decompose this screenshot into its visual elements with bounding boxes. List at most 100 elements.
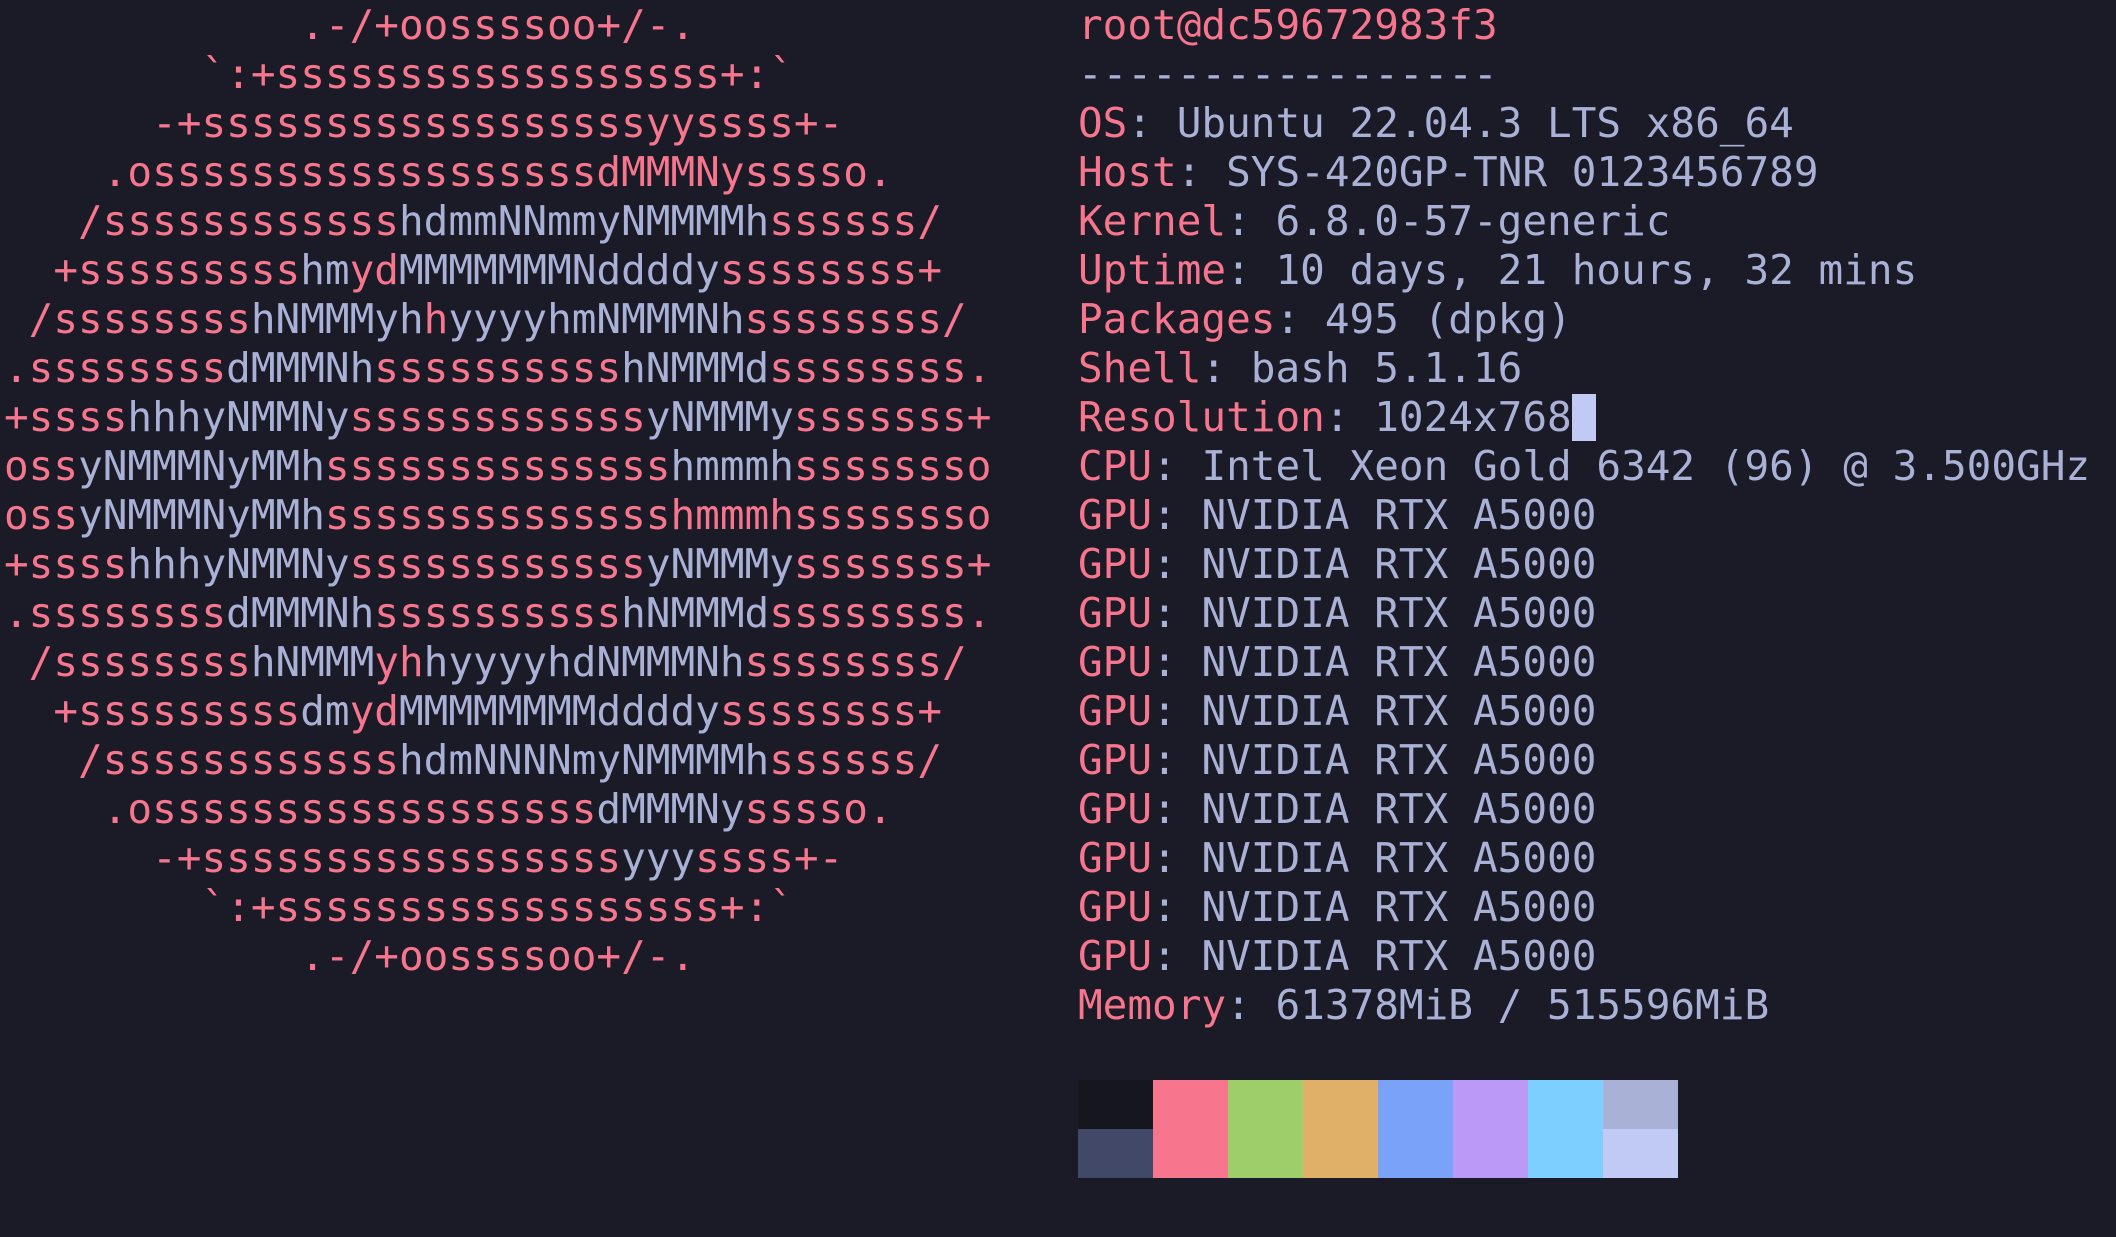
logo-segment: yd	[349, 246, 399, 294]
info-row-gpu: GPU: NVIDIA RTX A5000	[1078, 540, 2090, 589]
info-row-gpu: GPU: NVIDIA RTX A5000	[1078, 834, 2090, 883]
logo-segment: yyyyhmNMMMNh	[448, 295, 745, 343]
logo-segment: `:+ssssssssssssssssss+:`	[4, 883, 992, 931]
info-key: GPU	[1078, 491, 1153, 539]
logo-segment: yNMMMNyMMh	[78, 491, 325, 539]
info-key: GPU	[1078, 736, 1153, 784]
logo-segment: .-/+oossssoo+/-.	[4, 932, 992, 980]
logo-line: .ossssssssssssssssssdMMMNysssso.	[4, 148, 1016, 197]
info-key: GPU	[1078, 638, 1153, 686]
palette-swatch-bottom-0	[1078, 1129, 1153, 1178]
logo-segment: +ssss	[4, 540, 128, 588]
info-value: 1024x768	[1374, 393, 1572, 441]
logo-segment: sssssssssssssshmmmhssssssso	[324, 491, 992, 539]
logo-segment: hNMMMd	[621, 589, 770, 637]
info-key: GPU	[1078, 834, 1153, 882]
info-row-cpu: CPU: Intel Xeon Gold 6342 (96) @ 3.500GH…	[1078, 442, 2090, 491]
logo-segment: hNMMM	[250, 638, 375, 686]
logo-segment: +ssss	[4, 393, 128, 441]
info-separator: :	[1152, 687, 1202, 735]
logo-segment: ssssssssssssss	[324, 442, 671, 490]
info-key: Packages	[1078, 295, 1276, 343]
color-palette	[1078, 1080, 1678, 1178]
logo-line: ossyNMMMNyMMhsssssssssssssshmmmhssssssso	[4, 442, 1016, 491]
title-underline: -----------------	[1078, 50, 1498, 98]
info-value: NVIDIA RTX A5000	[1201, 834, 1597, 882]
info-value: NVIDIA RTX A5000	[1201, 932, 1597, 980]
info-value: 6.8.0-57-generic	[1275, 197, 1671, 245]
info-separator: :	[1152, 883, 1202, 931]
palette-swatch-bottom-6	[1528, 1129, 1603, 1178]
palette-swatch-bottom-1	[1153, 1129, 1228, 1178]
logo-segment: ssssssssss	[374, 589, 622, 637]
info-key: GPU	[1078, 589, 1153, 637]
info-separator: :	[1201, 344, 1251, 392]
logo-segment: yh	[374, 638, 424, 686]
info-separator: :	[1152, 932, 1202, 980]
info-value: NVIDIA RTX A5000	[1201, 491, 1597, 539]
info-key: Shell	[1078, 344, 1202, 392]
logo-segment: `:+ssssssssssssssssss+:`	[4, 50, 992, 98]
logo-segment: hdmmNNmmyNMMMMh	[398, 197, 770, 245]
logo-segment: dm	[300, 687, 350, 735]
info-separator: :	[1152, 540, 1202, 588]
palette-swatch-top-2	[1228, 1080, 1303, 1129]
palette-swatch-bottom-3	[1303, 1129, 1378, 1178]
logo-segment: hNMMMd	[621, 344, 770, 392]
info-value: NVIDIA RTX A5000	[1201, 589, 1597, 637]
logo-segment: .ssssssss	[4, 344, 227, 392]
info-separator: :	[1226, 981, 1276, 1029]
info-separator: :	[1152, 834, 1202, 882]
ubuntu-ascii-logo: .-/+oossssoo+/-. `:+ssssssssssssssssss+:…	[4, 1, 1016, 981]
logo-segment: dMMMNh	[226, 344, 375, 392]
info-key: GPU	[1078, 785, 1153, 833]
terminal-window[interactable]: .-/+oossssoo+/-. `:+ssssssssssssssssss+:…	[0, 0, 2116, 1237]
info-row-shell: Shell: bash 5.1.16	[1078, 344, 2090, 393]
info-row-gpu: GPU: NVIDIA RTX A5000	[1078, 687, 2090, 736]
info-key: GPU	[1078, 687, 1153, 735]
info-separator: :	[1152, 785, 1202, 833]
logo-segment: hdmNNNNmyNMMMMh	[398, 736, 770, 784]
logo-segment: ssssss/	[769, 736, 1017, 784]
palette-swatch-top-4	[1378, 1080, 1453, 1129]
logo-segment: hhhyNMMNy	[127, 393, 350, 441]
info-key: OS	[1078, 99, 1128, 147]
palette-swatch-bottom-2	[1228, 1129, 1303, 1178]
palette-swatch-top-6	[1528, 1080, 1603, 1129]
palette-swatch-top-7	[1603, 1080, 1678, 1129]
logo-line: .-/+oossssoo+/-.	[4, 932, 1016, 981]
logo-segment: oss	[4, 442, 79, 490]
info-value: bash 5.1.16	[1250, 344, 1523, 392]
logo-segment: dMMMNh	[226, 589, 375, 637]
info-value: NVIDIA RTX A5000	[1201, 736, 1597, 784]
info-separator: :	[1127, 99, 1177, 147]
info-key: GPU	[1078, 883, 1153, 931]
logo-segment: +sssssssss	[4, 687, 301, 735]
palette-swatch-top-1	[1153, 1080, 1228, 1129]
info-value: 10 days, 21 hours, 32 mins	[1275, 246, 1918, 294]
info-value: NVIDIA RTX A5000	[1201, 540, 1597, 588]
info-value: 61378MiB / 515596MiB	[1275, 981, 1770, 1029]
logo-segment: yNMMMy	[645, 540, 794, 588]
info-separator: :	[1176, 148, 1227, 196]
info-row-host: Host: SYS-420GP-TNR 0123456789	[1078, 148, 2090, 197]
info-value: 495 (dpkg)	[1324, 295, 1572, 343]
logo-segment: dMMMNy	[596, 785, 745, 833]
logo-line: ossyNMMMNyMMhsssssssssssssshmmmhssssssso	[4, 491, 1016, 540]
logo-segment: sssssss+	[793, 540, 992, 588]
logo-segment: sssso.	[744, 785, 992, 833]
info-separator: :	[1152, 736, 1202, 784]
logo-segment: hmmmh	[670, 442, 794, 490]
user-host-title: root@dc59672983f3	[1078, 1, 1498, 49]
logo-segment: -+ssssssssssssssssssyyssss+-	[4, 99, 992, 147]
logo-line: .ssssssssdMMMNhsssssssssshNMMMdssssssss.	[4, 589, 1016, 638]
logo-line: -+ssssssssssssssssssyyssss+-	[4, 99, 1016, 148]
logo-segment: hhhyNMMNy	[127, 540, 350, 588]
logo-line: +sssshhhyNMMNyssssssssssssyNMMMysssssss+	[4, 393, 1016, 442]
logo-segment: ssssssssss	[374, 344, 622, 392]
logo-segment: /ssssssss	[4, 638, 251, 686]
logo-segment: MMMMMMMNddddy	[398, 246, 720, 294]
info-value: NVIDIA RTX A5000	[1201, 785, 1597, 833]
logo-segment: ssssssss+	[719, 246, 992, 294]
logo-segment: sssssss+	[793, 393, 992, 441]
